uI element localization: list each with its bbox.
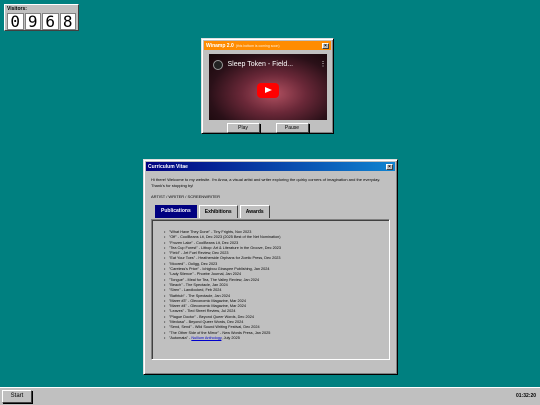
visitor-counter-digit: 0 [7, 13, 24, 30]
tab-awards[interactable]: Awards [239, 205, 270, 218]
taskbar: Start 01:32:20 [0, 387, 540, 405]
channel-avatar[interactable] [212, 60, 223, 70]
cv-intro: Hi there! Welcome to my website. I'm Ann… [151, 177, 390, 188]
winamp-controls: Play Pause [204, 123, 331, 133]
cv-intro-line: Hi there! Welcome to my website. I'm Ann… [151, 177, 381, 182]
tab-publications[interactable]: Publications [155, 205, 197, 218]
cv-body: Hi there! Welcome to my website. I'm Ann… [146, 171, 395, 360]
visitor-counter-digit: 6 [42, 13, 59, 30]
winamp-close-button[interactable]: × [322, 42, 329, 49]
winamp-titlebar[interactable]: Winamp 2.0 (this bottom is coming soon) × [204, 41, 331, 50]
winamp-window: Winamp 2.0 (this bottom is coming soon) ×… [201, 38, 334, 134]
visitor-counter-digits: 0 9 6 8 [7, 13, 76, 30]
visitor-counter: Visitors: 0 9 6 8 [4, 4, 79, 31]
winamp-title: Winamp 2.0 (this bottom is coming soon) [206, 43, 280, 49]
cv-close-button[interactable]: × [386, 163, 393, 170]
publication-date: , July 2025 [221, 335, 240, 340]
tab-exhibitions[interactable]: Exhibitions [198, 205, 238, 218]
publications-panel: "What Have They Done" - Tiny Frights, No… [151, 219, 390, 360]
cv-title: Curriculum Vitae [148, 163, 188, 170]
play-button[interactable]: Play [226, 123, 260, 133]
cv-roles: ARTIST / WRITER / SCREENWRITER [151, 194, 220, 199]
list-item: "Automata" - Nullium Anthology, July 202… [164, 335, 389, 342]
taskbar-clock: 01:32:20 [515, 393, 536, 399]
video-title[interactable]: Sleep Token - Field... [228, 61, 294, 68]
youtube-play-icon[interactable] [256, 83, 279, 98]
cv-intro-line: Thank's for stopping by! [151, 182, 194, 188]
cv-window: Curriculum Vitae × Hi there! Welcome to … [143, 159, 398, 375]
more-options-icon[interactable]: ⋮ [320, 61, 327, 68]
publications-list: "What Have They Done" - Tiny Frights, No… [164, 230, 389, 342]
cv-titlebar[interactable]: Curriculum Vitae × [146, 162, 395, 171]
youtube-video-embed[interactable]: Sleep Token - Field... ⋮ [208, 54, 327, 120]
pause-button[interactable]: Pause [275, 123, 309, 133]
nullium-anthology-link[interactable]: Nullium Anthology [191, 336, 221, 340]
winamp-title-text: Winamp 2.0 [206, 42, 234, 49]
publication-text: "Automata" - [169, 335, 192, 340]
start-button[interactable]: Start [2, 390, 32, 403]
winamp-subtitle: (this bottom is coming soon) [235, 43, 280, 48]
cv-tabs: Publications Exhibitions Awards [151, 205, 390, 218]
visitor-counter-digit: 8 [59, 13, 76, 30]
visitor-counter-digit: 9 [24, 13, 41, 30]
